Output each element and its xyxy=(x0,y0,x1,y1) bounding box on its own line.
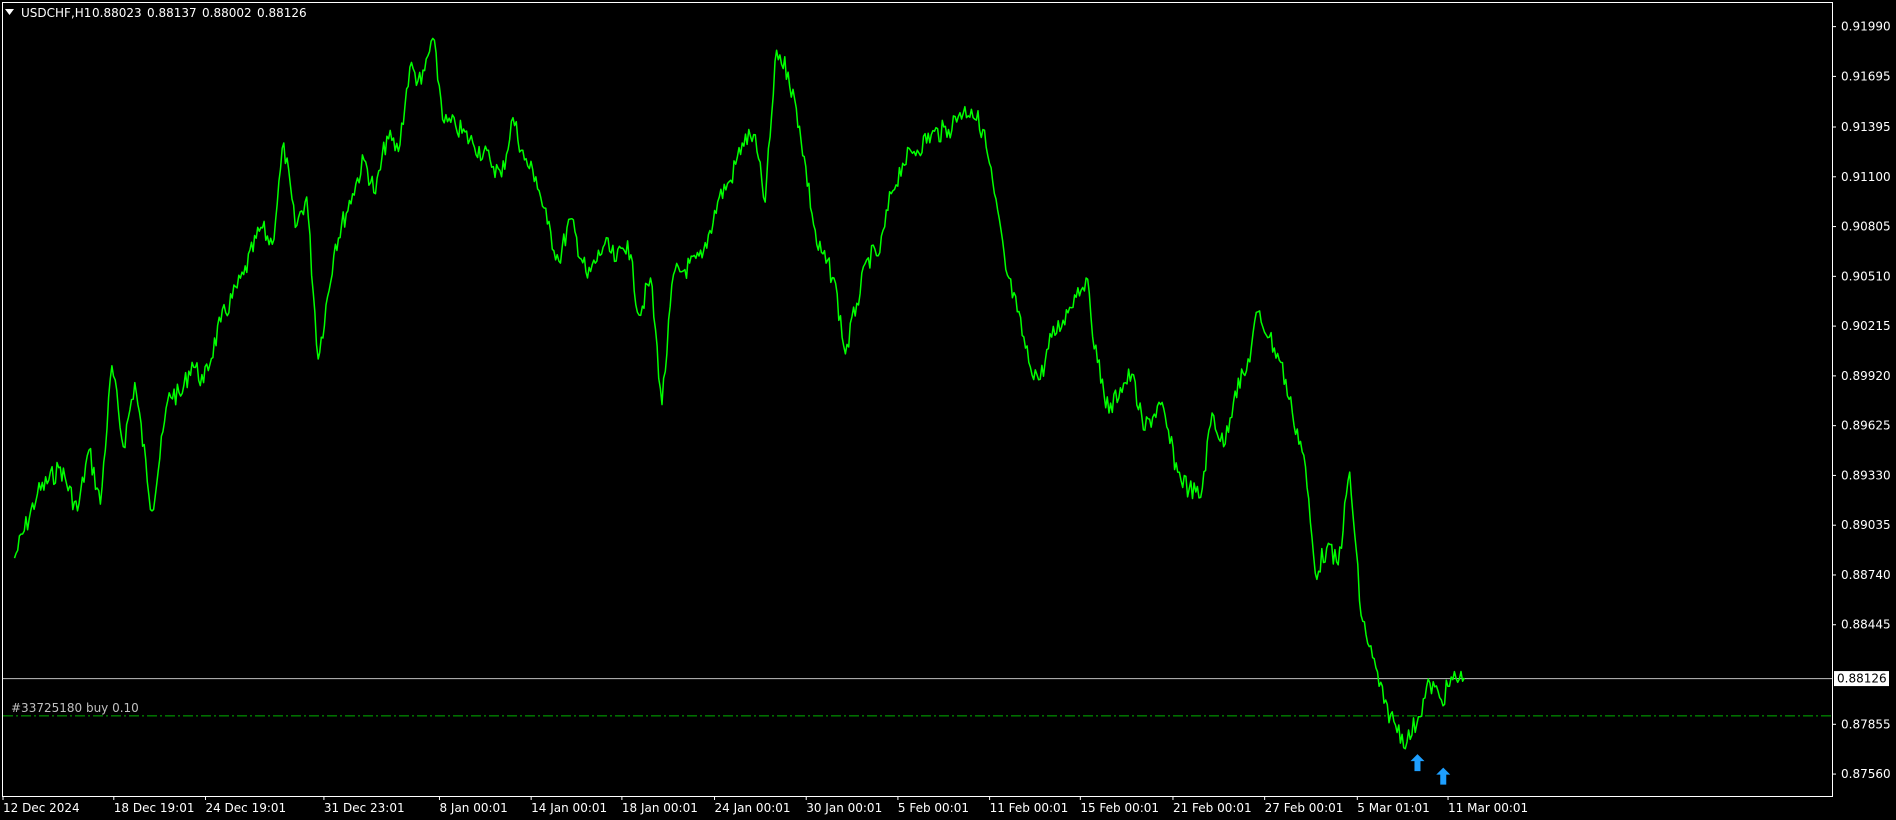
chart-background xyxy=(0,0,1896,820)
x-tick-label: 12 Dec 2024 xyxy=(3,801,80,815)
y-tick-label: 0.90215 xyxy=(1841,319,1891,333)
y-tick-label: 0.89625 xyxy=(1841,419,1891,433)
y-tick-label: 0.91395 xyxy=(1841,120,1891,134)
x-tick-label: 15 Feb 00:01 xyxy=(1080,801,1159,815)
x-tick-label: 11 Feb 00:01 xyxy=(990,801,1069,815)
y-tick-label: 0.89330 xyxy=(1841,468,1891,482)
order-label: #33725180 buy 0.10 xyxy=(11,701,139,715)
x-tick-label: 11 Mar 00:01 xyxy=(1448,801,1528,815)
y-tick-label: 0.91990 xyxy=(1841,20,1891,34)
x-tick-label: 24 Dec 19:01 xyxy=(205,801,286,815)
y-tick-label: 0.88740 xyxy=(1841,568,1891,582)
current-price-tag: 0.88126 xyxy=(1834,671,1889,687)
y-tick-label: 0.91100 xyxy=(1841,170,1891,184)
x-tick-label: 30 Jan 00:01 xyxy=(806,801,882,815)
x-tick-label: 24 Jan 00:01 xyxy=(715,801,791,815)
x-tick-label: 18 Dec 19:01 xyxy=(114,801,195,815)
x-tick-label: 8 Jan 00:01 xyxy=(439,801,507,815)
y-tick-label: 0.88445 xyxy=(1841,618,1891,632)
y-tick-label: 0.87560 xyxy=(1841,767,1891,781)
x-tick-label: 31 Dec 23:01 xyxy=(324,801,405,815)
x-tick-label: 5 Feb 00:01 xyxy=(898,801,969,815)
current-price-label: 0.88126 xyxy=(1837,672,1887,686)
y-tick-label: 0.91695 xyxy=(1841,69,1891,83)
y-tick-label: 0.90510 xyxy=(1841,269,1891,283)
close-value: 0.88126 xyxy=(257,6,307,20)
x-tick-label: 5 Mar 01:01 xyxy=(1357,801,1430,815)
low-value: 0.88002 xyxy=(202,6,252,20)
x-tick-label: 14 Jan 00:01 xyxy=(531,801,607,815)
x-tick-label: 18 Jan 00:01 xyxy=(622,801,698,815)
y-tick-label: 0.87855 xyxy=(1841,717,1891,731)
chart-header: USDCHF,H1 0.88023 0.88137 0.88002 0.8812… xyxy=(5,6,307,20)
y-tick-label: 0.89035 xyxy=(1841,518,1891,532)
x-tick-label: 27 Feb 00:01 xyxy=(1265,801,1344,815)
y-tick-label: 0.90805 xyxy=(1841,220,1891,234)
high-value: 0.88137 xyxy=(147,6,197,20)
x-tick-label: 21 Feb 00:01 xyxy=(1173,801,1252,815)
y-tick-label: 0.89920 xyxy=(1841,369,1891,383)
symbol-label: USDCHF,H1 xyxy=(21,6,91,20)
price-chart[interactable]: USDCHF,H1 0.88023 0.88137 0.88002 0.8812… xyxy=(0,0,1896,820)
open-value: 0.88023 xyxy=(92,6,142,20)
